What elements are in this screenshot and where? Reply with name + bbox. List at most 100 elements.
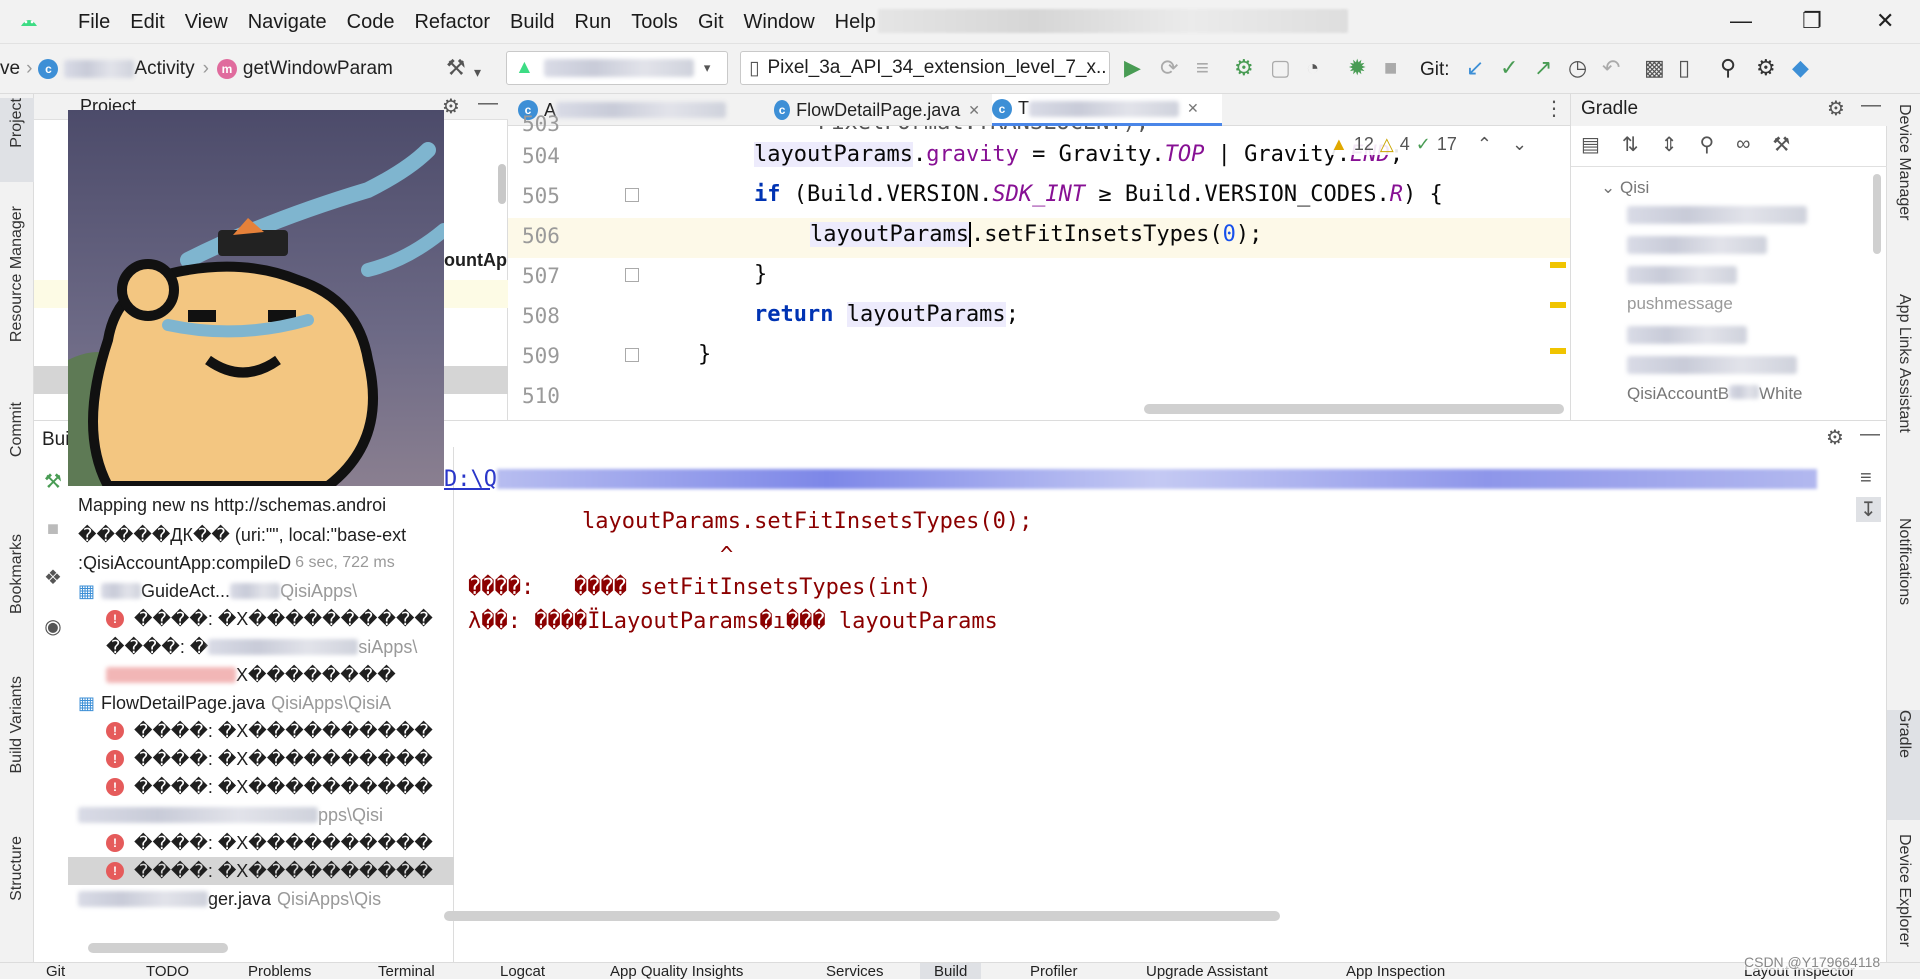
error-stripe-mark[interactable] (1550, 348, 1566, 354)
tree-row-error[interactable]: ! ����: �X���������� (68, 773, 454, 801)
breadcrumb-prefix[interactable]: ve (0, 58, 20, 80)
gradle-node-blurred[interactable] (1627, 236, 1767, 254)
build-panel-title[interactable]: Bui (42, 429, 69, 451)
close-tab-icon[interactable]: ✕ (968, 102, 980, 119)
hammer-icon[interactable]: ⚒ (44, 469, 62, 494)
menu-build[interactable]: Build (500, 0, 564, 44)
gradle-node-blurred[interactable] (1627, 356, 1797, 374)
toggle-offline-icon[interactable]: ∞ (1736, 133, 1750, 156)
horizontal-scrollbar[interactable] (88, 943, 228, 953)
attach-debugger-icon[interactable]: ▢ (1270, 56, 1291, 80)
error-stripe-mark[interactable] (1550, 262, 1566, 268)
bug-icon[interactable]: ✹ (1348, 56, 1366, 80)
hide-panel-icon[interactable]: — (1861, 94, 1881, 117)
code-area[interactable]: PixelFormat.TRANSLUCENT); layoutParams.g… (632, 126, 1570, 420)
status-tab-todo[interactable]: TODO (146, 963, 189, 979)
run-task-icon[interactable]: ▤ (1581, 132, 1600, 157)
git-push-icon[interactable]: ↗ (1534, 56, 1552, 80)
settings-gear-icon[interactable]: ⚙ (1826, 425, 1844, 450)
soft-wrap-icon[interactable]: ≡ (1860, 467, 1872, 490)
minimize-icon[interactable]: — (1730, 8, 1752, 34)
settings-gear-icon[interactable]: ⚙ (442, 94, 460, 119)
console-path-link[interactable]: D:\Q (444, 467, 497, 492)
menu-tools[interactable]: Tools (621, 0, 688, 44)
menu-view[interactable]: View (175, 0, 238, 44)
search-icon[interactable]: ⚲ (1720, 56, 1736, 80)
breadcrumb-class[interactable]: Activity (134, 58, 194, 80)
next-highlight-icon[interactable]: ⌄ (1512, 134, 1527, 155)
hammer-icon[interactable]: ⚒ (446, 56, 466, 80)
scrollbar[interactable] (498, 164, 506, 204)
tree-row-error[interactable]: X�������� (68, 661, 454, 689)
tool-tab-structure[interactable]: Structure (0, 836, 34, 936)
device-manager-icon[interactable]: ▩ (1644, 56, 1665, 80)
expand-all-icon[interactable]: ⇅ (1622, 132, 1639, 157)
gemini-icon[interactable]: ◆ (1792, 56, 1809, 80)
tree-row-error[interactable]: ! ����: �X���������� (68, 829, 454, 857)
rollback-icon[interactable]: ↶ (1602, 56, 1620, 80)
tree-row-error[interactable]: ! ����: �X���������� (68, 745, 454, 773)
status-tab-services[interactable]: Services (826, 963, 884, 979)
settings-gear-icon[interactable]: ⚙ (1756, 56, 1776, 80)
tree-row-error[interactable]: ����: � siApps\ (68, 633, 454, 661)
tool-tab-device-explorer[interactable]: Device Explorer (1887, 834, 1920, 954)
status-tab-profiler[interactable]: Profiler (1030, 963, 1078, 979)
tree-row-file[interactable]: pps\Qisi (68, 801, 454, 829)
tool-tab-bookmarks[interactable]: Bookmarks (0, 534, 34, 644)
collapse-all-icon[interactable]: ⇕ (1661, 132, 1678, 157)
tree-row-error[interactable]: ! ����: �X���������� (68, 717, 454, 745)
tool-tab-project[interactable]: Project (0, 98, 34, 182)
tree-row[interactable]: Mapping new ns http://schemas.androi (68, 491, 454, 519)
menu-git[interactable]: Git (688, 0, 734, 44)
close-tab-icon[interactable]: ✕ (1187, 100, 1199, 117)
analyze-icon[interactable]: ⚲ (1699, 132, 1714, 157)
scrollbar[interactable] (1873, 174, 1881, 254)
restore-icon[interactable]: ❐ (1802, 8, 1822, 34)
wrench-icon[interactable]: ⚒ (1772, 132, 1790, 157)
status-tab-git[interactable]: Git (46, 963, 65, 979)
tree-row-error[interactable]: ! ����: �X���������� (68, 605, 454, 633)
tool-tab-commit[interactable]: Commit (0, 402, 34, 482)
tool-tab-app-links[interactable]: App Links Assistant (1887, 294, 1920, 494)
status-tab-upgrade-assistant[interactable]: Upgrade Assistant (1146, 963, 1268, 979)
settings-gear-icon[interactable]: ⚙ (1827, 96, 1845, 121)
run-icon[interactable]: ▶ (1124, 56, 1141, 80)
close-icon[interactable]: ✕ (1876, 8, 1894, 34)
git-commit-icon[interactable]: ✓ (1500, 56, 1518, 80)
inspection-widget[interactable]: ▲ 12 △ 4 ✓ 17 ⌃ ⌄ (1330, 134, 1528, 155)
breadcrumb-method[interactable]: getWindowParam (243, 58, 393, 80)
tree-row[interactable]: :QisiAccountApp:compileD 6 sec, 722 ms (68, 549, 454, 577)
git-history-icon[interactable]: ◷ (1568, 56, 1587, 80)
stop-icon[interactable]: ■ (1384, 56, 1397, 80)
profile-icon[interactable]: ◔ (1306, 56, 1319, 80)
tool-tab-gradle[interactable]: Gradle (1887, 710, 1920, 820)
device-select[interactable]: ▯ Pixel_3a_API_34_extension_level_7_x.. (740, 51, 1110, 85)
menu-refactor[interactable]: Refactor (404, 0, 500, 44)
tree-row-file[interactable]: ger.java QisiApps\Qis (68, 885, 454, 913)
sdk-manager-icon[interactable]: ▯ (1678, 56, 1690, 80)
gradle-node-blurred[interactable] (1627, 206, 1807, 224)
tree-row-error-selected[interactable]: ! ����: �X���������� (68, 857, 454, 885)
gradle-node-blurred[interactable] (1627, 266, 1737, 284)
menu-navigate[interactable]: Navigate (238, 0, 337, 44)
run-config-select[interactable]: ▲ ▾ (506, 51, 728, 85)
stop-icon[interactable]: ■ (47, 518, 59, 541)
tool-tab-device-manager[interactable]: Device Manager (1887, 104, 1920, 264)
error-stripe-mark[interactable] (1550, 302, 1566, 308)
tool-tab-resource-manager[interactable]: Resource Manager (0, 206, 34, 366)
gradle-node-blurred[interactable] (1627, 326, 1747, 344)
scroll-to-end-icon[interactable]: ↧ (1856, 497, 1881, 522)
hide-panel-icon[interactable]: — (1860, 423, 1880, 446)
menu-window[interactable]: Window (734, 0, 825, 44)
debug-icon[interactable]: ⚙ (1234, 56, 1254, 80)
hide-panel-icon[interactable]: — (478, 92, 498, 115)
menu-file[interactable]: File (68, 0, 120, 44)
pin-icon[interactable]: ❖ (44, 565, 62, 590)
menu-help[interactable]: Help (825, 0, 886, 44)
gradle-tree-root[interactable]: ⌄ Qisi (1601, 178, 1649, 198)
editor-tab-flowdetailpage[interactable]: c FlowDetailPage.java ✕ (774, 94, 980, 126)
tree-row-file[interactable]: ▦ FlowDetailPage.java QisiApps\QisiA (68, 689, 454, 717)
gradle-node[interactable]: QisiAccountB White (1627, 384, 1803, 404)
menu-code[interactable]: Code (337, 0, 405, 44)
more-tabs-icon[interactable]: ⋮ (1544, 96, 1564, 121)
